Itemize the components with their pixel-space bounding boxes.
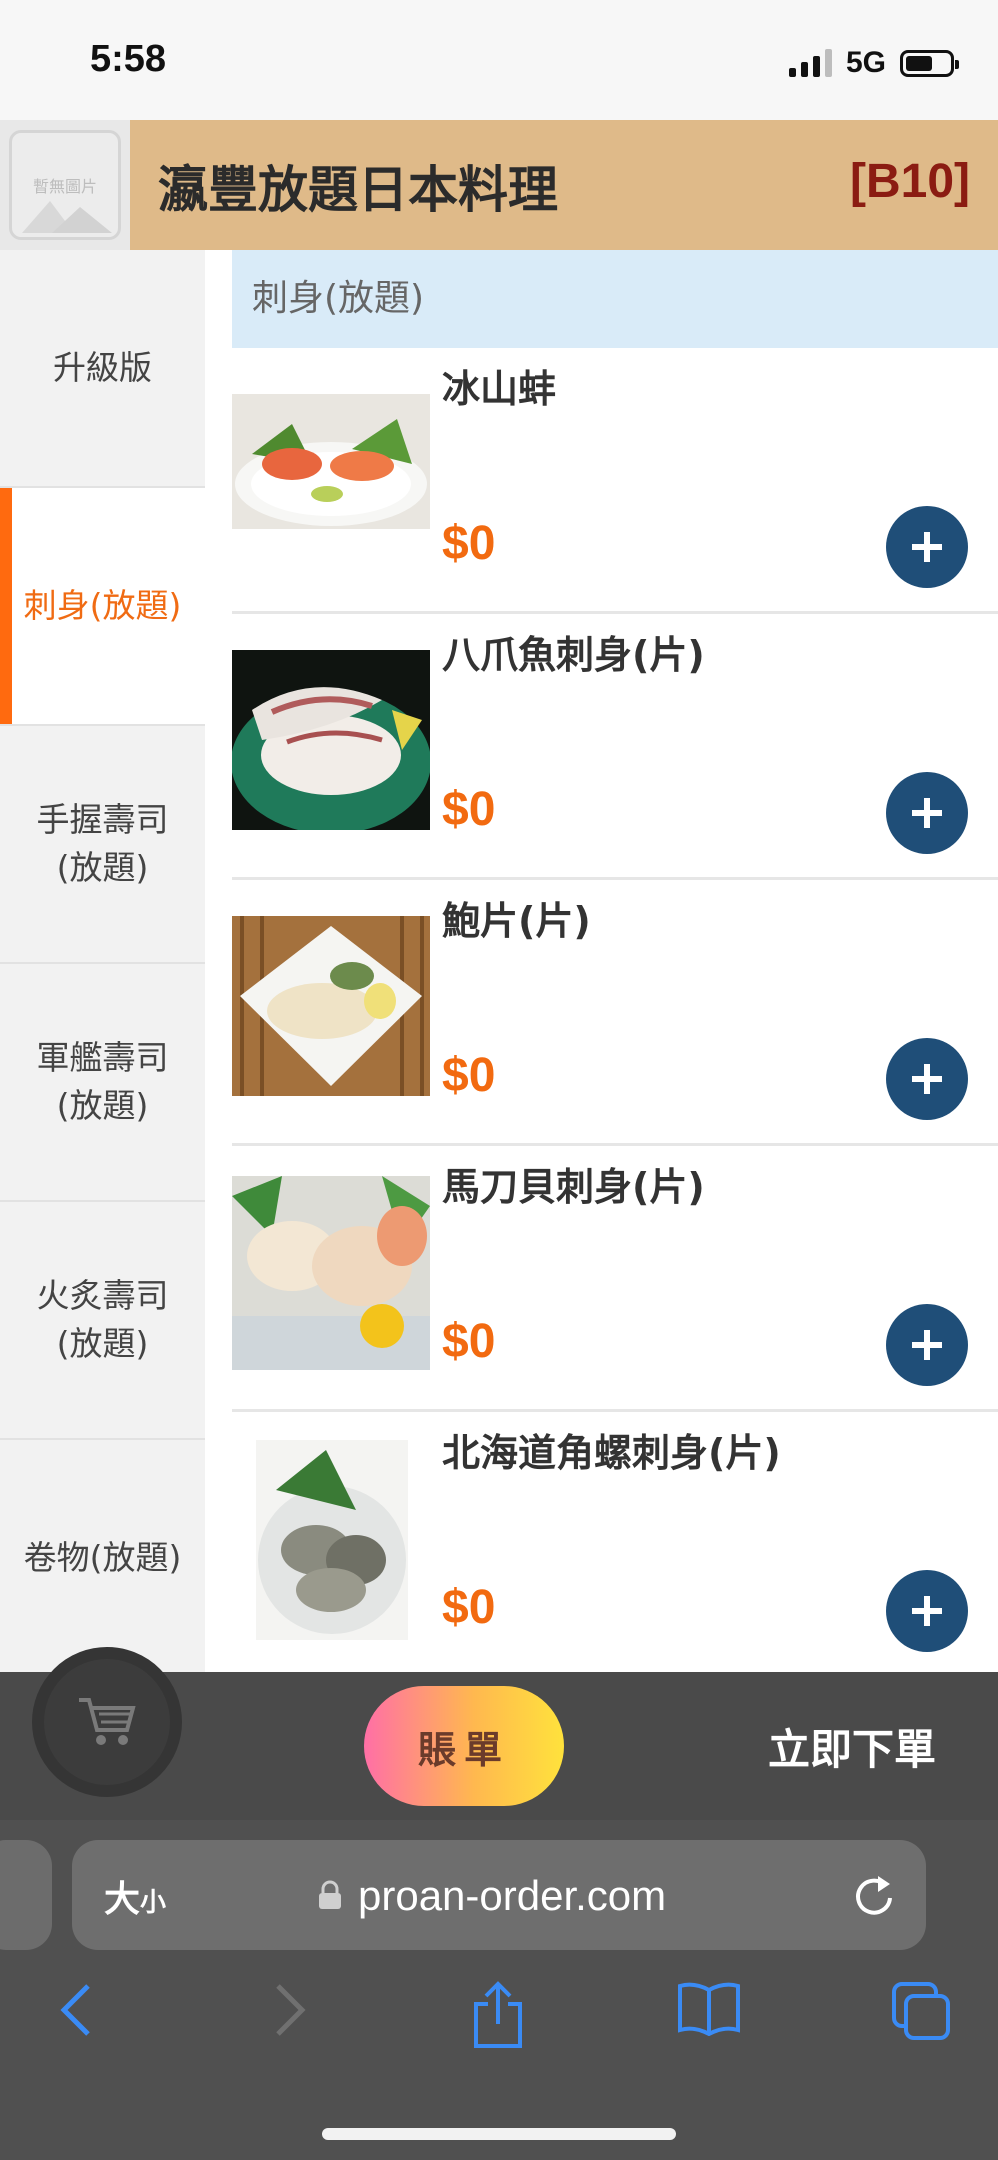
item-name: 冰山蚌 xyxy=(442,367,557,411)
table-code: [B10] xyxy=(849,155,970,208)
previous-tab-preview[interactable] xyxy=(0,1840,52,1950)
food-photo xyxy=(256,1440,408,1640)
url-text: proan-order.com xyxy=(358,1872,667,1919)
sidebar-item-nigiri[interactable]: 手握壽司 (放題) xyxy=(0,726,205,964)
plus-icon xyxy=(912,532,942,562)
restaurant-name: 瀛豐放題日本料理 xyxy=(158,161,558,219)
sidebar-item-rolls[interactable]: 卷物(放題) xyxy=(0,1440,205,1678)
food-photo xyxy=(232,916,430,1096)
item-price: $0 xyxy=(442,1049,496,1102)
sidebar-item-sashimi[interactable]: 刺身(放題) xyxy=(0,488,205,726)
address-bar[interactable]: 大小 proan-order.com xyxy=(72,1840,926,1950)
lock-icon xyxy=(319,1880,341,1909)
browser-nav-row xyxy=(0,1980,998,2070)
home-indicator[interactable] xyxy=(322,2128,676,2140)
item-name: 鮑片(片) xyxy=(442,899,591,943)
add-to-cart-button[interactable] xyxy=(886,1304,968,1386)
add-to-cart-button[interactable] xyxy=(886,1038,968,1120)
add-to-cart-button[interactable] xyxy=(886,506,968,588)
food-photo xyxy=(232,1176,430,1370)
sidebar-item-label: 手握壽司 (放題) xyxy=(36,800,169,887)
plus-icon xyxy=(912,1330,942,1360)
cart-button[interactable] xyxy=(32,1647,182,1797)
place-order-button[interactable]: 立即下單 xyxy=(768,1716,936,1777)
signal-icon xyxy=(788,49,832,77)
category-sidebar: 升級版 刺身(放題) 手握壽司 (放題) 軍艦壽司 (放題) 火炙壽司 (放題)… xyxy=(0,250,205,1678)
back-icon[interactable] xyxy=(56,1980,96,2040)
status-indicators: 5G xyxy=(788,46,959,80)
add-to-cart-button[interactable] xyxy=(886,1570,968,1652)
bill-button[interactable]: 賬單 xyxy=(364,1686,564,1806)
menu-item: 北海道角螺刺身(片) $0 xyxy=(232,1412,998,1674)
status-bar: 5:58 5G xyxy=(0,0,998,120)
item-price: $0 xyxy=(442,1581,496,1634)
item-price: $0 xyxy=(442,783,496,836)
browser-toolbar: 大小 proan-order.com xyxy=(0,1820,998,2160)
forward-icon[interactable] xyxy=(270,1980,310,2040)
bookmarks-icon[interactable] xyxy=(676,1980,742,2036)
sidebar-item-label: 升級版 xyxy=(53,348,152,387)
cart-icon xyxy=(79,1698,136,1745)
battery-icon xyxy=(900,49,959,77)
item-price: $0 xyxy=(442,1315,496,1368)
category-title: 刺身(放題) xyxy=(232,250,998,348)
order-bar: 賬單 立即下單 xyxy=(0,1647,998,1820)
sidebar-item-gunkan[interactable]: 軍艦壽司 (放題) xyxy=(0,964,205,1202)
menu-item: 冰山蚌 $0 xyxy=(232,348,998,614)
sidebar-item-label: 軍艦壽司 (放題) xyxy=(36,1038,169,1125)
image-placeholder-icon xyxy=(22,201,112,233)
menu-item: 八爪魚刺身(片) $0 xyxy=(232,614,998,880)
network-type: 5G xyxy=(845,46,886,79)
tabs-icon[interactable] xyxy=(890,1980,952,2040)
text-size-small-label: 小 xyxy=(140,1888,167,1918)
menu-item: 馬刀貝刺身(片) $0 xyxy=(232,1146,998,1412)
menu-item: 鮑片(片) $0 xyxy=(232,880,998,1146)
status-time: 5:58 xyxy=(90,38,167,80)
add-to-cart-button[interactable] xyxy=(886,772,968,854)
text-size-label: 大 xyxy=(104,1879,141,1920)
sidebar-item-label: 卷物(放題) xyxy=(23,1538,182,1577)
food-photo xyxy=(232,650,430,830)
plus-icon xyxy=(912,1596,942,1626)
reload-icon[interactable] xyxy=(852,1870,896,1918)
item-price: $0 xyxy=(442,517,496,570)
text-size-button[interactable]: 大小 xyxy=(104,1870,166,1922)
menu-content: 刺身(放題) 冰山蚌 $0 八爪魚刺身(片) $0 鮑片(片) $0 馬刀貝刺身… xyxy=(232,250,998,1674)
item-name: 北海道角螺刺身(片) xyxy=(442,1431,781,1475)
item-name: 八爪魚刺身(片) xyxy=(442,633,705,677)
plus-icon xyxy=(912,1064,942,1094)
restaurant-header: 暫無圖片 瀛豐放題日本料理 [B10] xyxy=(0,120,998,250)
sidebar-item-label: 火炙壽司 (放題) xyxy=(36,1276,169,1363)
restaurant-logo: 暫無圖片 xyxy=(0,120,130,250)
sidebar-item-label: 刺身(放題) xyxy=(23,586,182,625)
plus-icon xyxy=(912,798,942,828)
sidebar-item-aburi[interactable]: 火炙壽司 (放題) xyxy=(0,1202,205,1440)
item-name: 馬刀貝刺身(片) xyxy=(442,1165,705,1209)
sidebar-item-upgrade[interactable]: 升級版 xyxy=(0,250,205,488)
food-photo xyxy=(232,394,430,574)
share-icon[interactable] xyxy=(470,1980,526,2050)
